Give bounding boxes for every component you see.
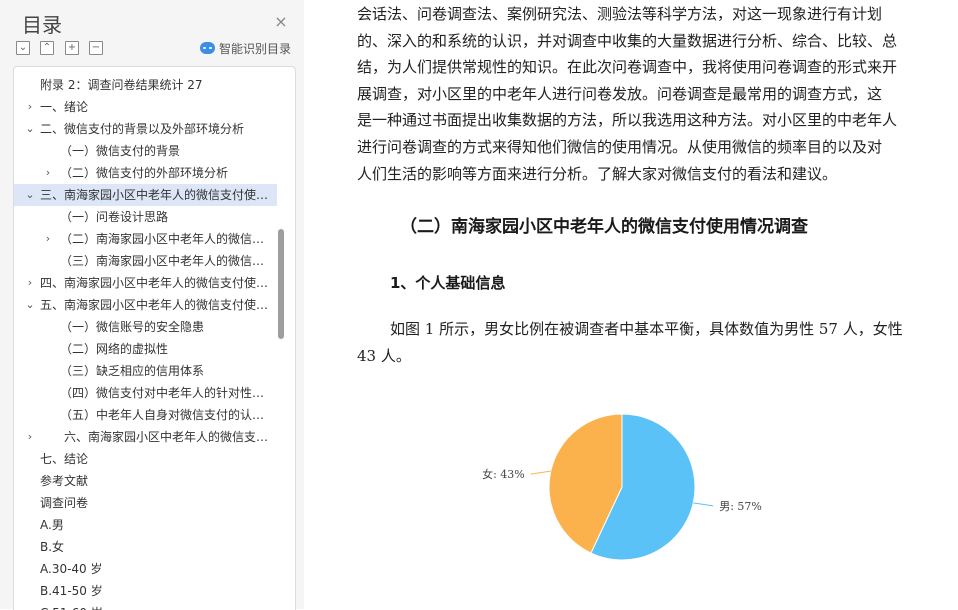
toc-item[interactable]: （三）缺乏相应的信用体系 (14, 360, 289, 382)
toc-item-label: （一）微信账号的安全隐患 (60, 320, 205, 334)
toc-item[interactable]: ⌄ 五、南海家园小区中老年人的微信支付使… (14, 294, 289, 316)
toc-item[interactable]: ⌄ 三、南海家园小区中老年人的微信支付使… (14, 184, 277, 206)
toc-item-label: 六、南海家园小区中老年人的微信支… (64, 430, 269, 444)
toc-item-label: 调查问卷 (40, 496, 89, 510)
toc-item-label: （二）网络的虚拟性 (60, 342, 169, 356)
pie-label-0: 男: 57% (719, 500, 762, 513)
chevron-right-icon[interactable]: › (24, 272, 36, 294)
toc-item[interactable]: ⌄ 二、微信支付的背景以及外部环境分析 (14, 118, 289, 140)
close-icon[interactable]: × (273, 14, 289, 30)
toc-item[interactable]: A.男 (14, 514, 289, 536)
toc-item[interactable]: › （二）南海家园小区中老年人的微信… (14, 228, 289, 250)
toc-item-label: （一）问卷设计思路 (60, 210, 169, 224)
body-text-line: 的、深入的和系统的认识，并对调查中收集的大量数据进行分析、综合、比较、总 (357, 31, 898, 50)
toc-item[interactable]: （一）微信支付的背景 (14, 140, 289, 162)
toc-scrollbar[interactable] (278, 229, 284, 339)
body-text-line: 展调查，对小区里的中老年人进行问卷发放。问卷调查是最常用的调查方式，这 (357, 84, 883, 103)
toc-item-label: （二）南海家园小区中老年人的微信… (60, 232, 265, 246)
toc-item-label: 参考文献 (40, 474, 89, 488)
toc-sidebar: 目录 × ⌄ ⌃ + − 智能识别目录 附录 2：调查问卷结果统计 27 › 一、绪… (0, 0, 304, 610)
chevron-right-icon[interactable]: › (24, 96, 36, 118)
toc-item[interactable]: B.女 (14, 536, 289, 558)
chevron-right-icon[interactable]: › (42, 162, 54, 184)
toc-item[interactable]: › 一、绪论 (14, 96, 289, 118)
toc-item-label: 一、绪论 (40, 100, 89, 114)
pie-leader-line-1 (530, 470, 551, 475)
toc-item[interactable]: B.41-50 岁 (14, 580, 289, 602)
body-text-line: 人们生活的影响等方面来进行分析。了解大家对微信支付的看法和建议。 (357, 164, 838, 183)
toc-item-label: B.女 (40, 540, 65, 554)
toc-item[interactable]: （四）微信支付对中老年人的针对性… (14, 382, 289, 404)
section-heading: （二）南海家园小区中老年人的微信支付使用情况调查 (400, 217, 808, 237)
smart-toc-label: 智能识别目录 (219, 41, 292, 56)
body-text-line: 进行问卷调查的方式来得知他们微信的使用情况。从使用微信的频率目的以及对 (357, 138, 883, 156)
smart-toc-button[interactable]: 智能识别目录 (200, 40, 291, 56)
chevron-right-icon[interactable]: › (24, 426, 36, 448)
toc-item[interactable]: 参考文献 (14, 470, 289, 492)
toc-item-label: 二、微信支付的背景以及外部环境分析 (40, 122, 245, 136)
add-heading-icon[interactable]: + (65, 41, 79, 55)
chevron-right-icon[interactable]: › (42, 228, 54, 250)
toc-item[interactable]: （一）问卷设计思路 (14, 206, 289, 228)
body-text-line: 43 人。 (357, 347, 411, 365)
toc-item[interactable]: 附录 2：调查问卷结果统计 27 (14, 74, 289, 96)
chevron-down-icon[interactable]: ⌄ (24, 294, 36, 316)
remove-heading-icon[interactable]: − (89, 41, 103, 55)
toc-item-label: 五、南海家园小区中老年人的微信支付使… (40, 298, 269, 312)
sidebar-title: 目录 (22, 13, 62, 37)
toc-item[interactable]: （二）网络的虚拟性 (14, 338, 289, 360)
gender-pie-chart: 男: 57% 女: 43% (482, 413, 762, 561)
toc-item-label: B.41-50 岁 (40, 584, 103, 598)
toc-item-label: （二）微信支付的外部环境分析 (60, 166, 229, 180)
toc-item-label: 七、结论 (40, 452, 89, 466)
body-text-line: 如图 1 所示，男女比例在被调查者中基本平衡，具体数值为男性 57 人，女性 (390, 320, 903, 338)
pie-label-1: 女: 43% (482, 467, 525, 481)
collapse-all-icon[interactable]: ⌄ (16, 41, 30, 55)
toc-item-label: （五）中老年人自身对微信支付的认… (60, 408, 265, 422)
chevron-down-icon[interactable]: ⌄ (24, 184, 36, 206)
body-text-line: 结，为人们提供常规性的知识。在此次问卷调查中，我将使用问卷调查的形式来开 (357, 58, 898, 77)
toc-item-label: 附录 2：调查问卷结果统计 27 (40, 78, 203, 92)
ai-icon (200, 42, 215, 54)
toc-item-label: A.男 (40, 518, 64, 532)
toc-item[interactable]: A.30-40 岁 (14, 558, 289, 580)
chevron-down-icon[interactable]: ⌄ (24, 118, 36, 140)
pie-leader-line-0 (693, 502, 714, 507)
document-page: 会话法、问卷调查法、案例研究法、测验法等科学方法，对这一现象进行有计划 的、深入的… (304, 0, 958, 609)
toc-item[interactable]: （一）微信账号的安全隐患 (14, 316, 289, 338)
toc-item[interactable]: 调查问卷 (14, 492, 289, 514)
subsection-heading: 1、个人基础信息 (390, 274, 506, 292)
toc-item-label: 三、南海家园小区中老年人的微信支付使… (40, 188, 269, 202)
toc-item[interactable]: › 六、南海家园小区中老年人的微信支… (14, 426, 289, 448)
toc-item-label: 四、南海家园小区中老年人的微信支付使… (40, 276, 269, 290)
body-text-line: 会话法、问卷调查法、案例研究法、测验法等科学方法，对这一现象进行有计划 (357, 5, 883, 23)
toc-item[interactable]: （五）中老年人自身对微信支付的认… (14, 404, 289, 426)
toc-panel: 附录 2：调查问卷结果统计 27 › 一、绪论 ⌄ 二、微信支付的背景以及外部环境分析 （… (13, 66, 296, 610)
toc-item[interactable]: 七、结论 (14, 448, 289, 470)
toc-item-label: A.30-40 岁 (40, 562, 103, 576)
toc-item[interactable]: › 四、南海家园小区中老年人的微信支付使… (14, 272, 289, 294)
toc-item-label: （一）微信支付的背景 (60, 144, 181, 158)
expand-all-icon[interactable]: ⌃ (40, 41, 54, 55)
body-text-line: 是一种通过书面提出收集数据的方法，所以我选用这种方法。对小区里的中老年人 (357, 111, 898, 130)
toc-item[interactable]: › （二）微信支付的外部环境分析 (14, 162, 289, 184)
toc-item-label: （三）南海家园小区中老年人的微信… (60, 254, 265, 268)
toc-item[interactable]: （三）南海家园小区中老年人的微信… (14, 250, 289, 272)
toc-item-label: （三）缺乏相应的信用体系 (60, 364, 205, 378)
toc-item-label: （四）微信支付对中老年人的针对性… (60, 386, 265, 400)
